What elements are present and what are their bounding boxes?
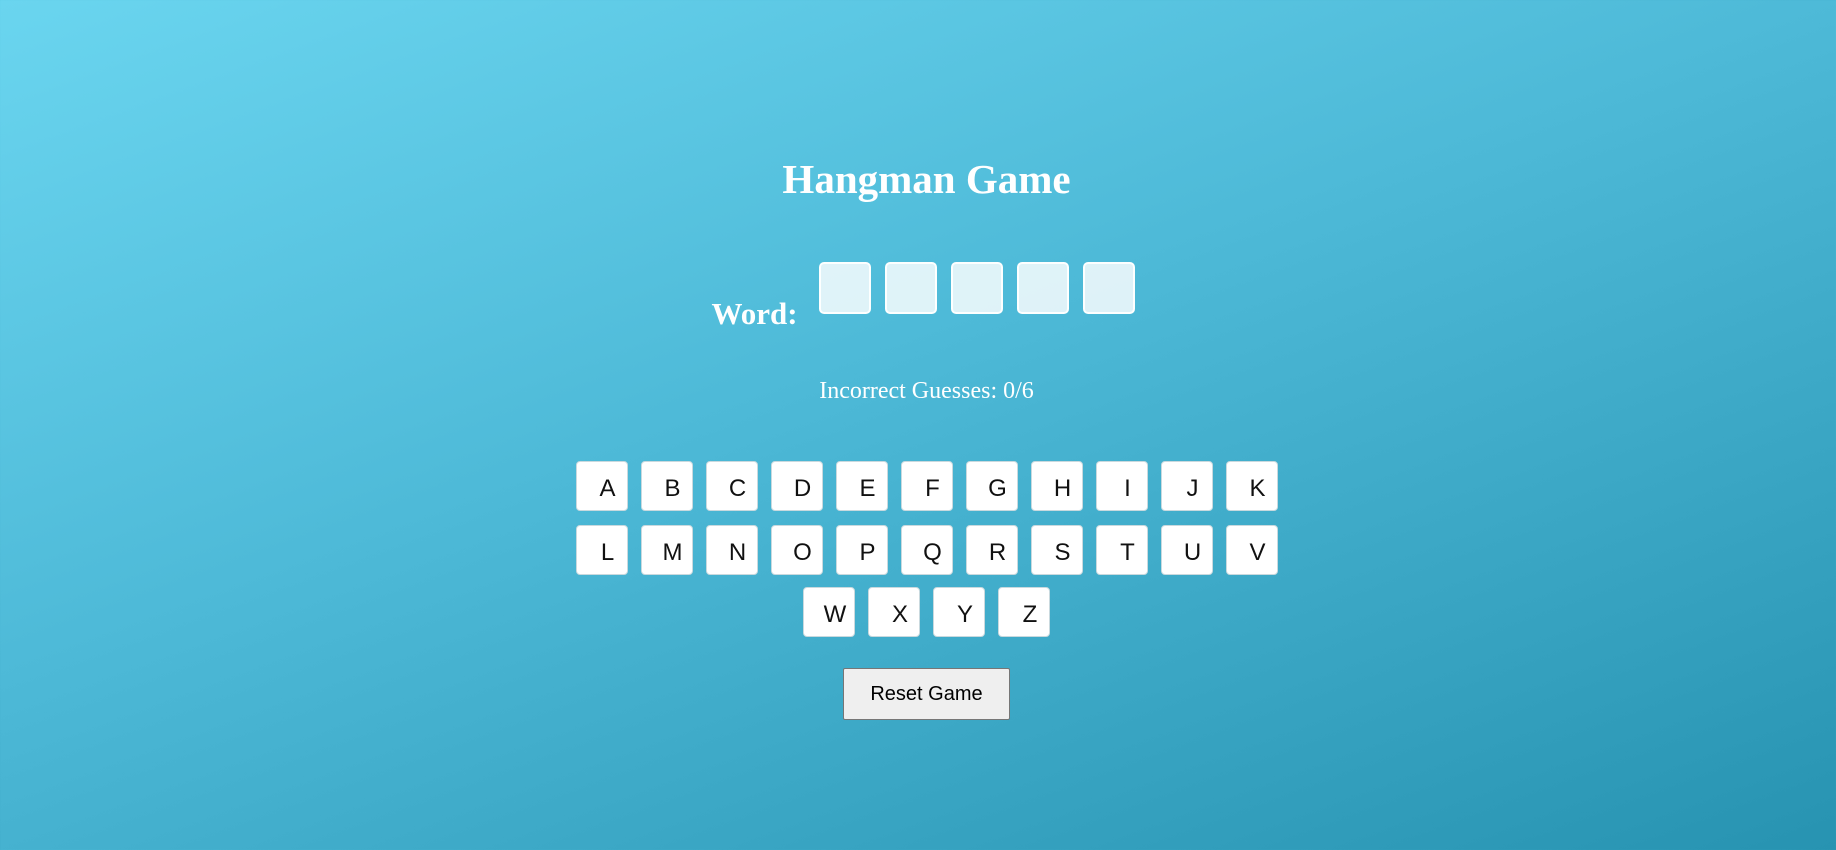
letter-key-s[interactable]: S xyxy=(1030,525,1083,575)
letter-slot-2 xyxy=(884,262,937,314)
letter-key-j[interactable]: J xyxy=(1160,461,1213,511)
letter-key-c[interactable]: C xyxy=(705,461,758,511)
letter-key-u[interactable]: U xyxy=(1160,525,1213,575)
letter-key-v[interactable]: V xyxy=(1225,525,1278,575)
letter-key-g[interactable]: G xyxy=(965,461,1018,511)
letter-slot-5 xyxy=(1082,262,1135,314)
incorrect-guesses-counter: Incorrect Guesses: 0/6 xyxy=(819,378,1034,404)
letter-key-q[interactable]: Q xyxy=(900,525,953,575)
letter-key-z[interactable]: Z xyxy=(998,587,1050,637)
letter-key-p[interactable]: P xyxy=(835,525,888,575)
reset-game-button[interactable]: Reset Game xyxy=(843,668,1010,720)
letter-key-t[interactable]: T xyxy=(1095,525,1148,575)
letter-key-l[interactable]: L xyxy=(575,525,628,575)
page-title: Hangman Game xyxy=(782,156,1071,202)
letter-key-n[interactable]: N xyxy=(705,525,758,575)
letter-key-f[interactable]: F xyxy=(900,461,953,511)
letter-key-k[interactable]: K xyxy=(1225,461,1278,511)
letter-slot-4 xyxy=(1016,262,1069,314)
keyboard-row-3: W X Y Z xyxy=(0,587,1836,637)
word-display: Word: xyxy=(0,262,1836,332)
controls: Reset Game xyxy=(0,668,1836,720)
letter-key-d[interactable]: D xyxy=(770,461,823,511)
letter-key-y[interactable]: Y xyxy=(933,587,985,637)
letter-key-a[interactable]: A xyxy=(575,461,628,511)
word-label: Word: xyxy=(711,296,798,331)
letter-key-h[interactable]: H xyxy=(1030,461,1083,511)
letter-key-x[interactable]: X xyxy=(868,587,920,637)
letter-key-e[interactable]: E xyxy=(835,461,888,511)
letter-key-r[interactable]: R xyxy=(965,525,1018,575)
keyboard-row-2: L M N O P Q R S T U V xyxy=(0,525,1836,575)
letter-slot-1 xyxy=(818,262,871,314)
keyboard-row-1: A B C D E F G H I J K xyxy=(0,461,1836,511)
letter-key-o[interactable]: O xyxy=(770,525,823,575)
letter-key-m[interactable]: M xyxy=(640,525,693,575)
letter-key-b[interactable]: B xyxy=(640,461,693,511)
letter-key-i[interactable]: I xyxy=(1095,461,1148,511)
letter-key-w[interactable]: W xyxy=(803,587,855,637)
letter-slot-3 xyxy=(950,262,1003,314)
